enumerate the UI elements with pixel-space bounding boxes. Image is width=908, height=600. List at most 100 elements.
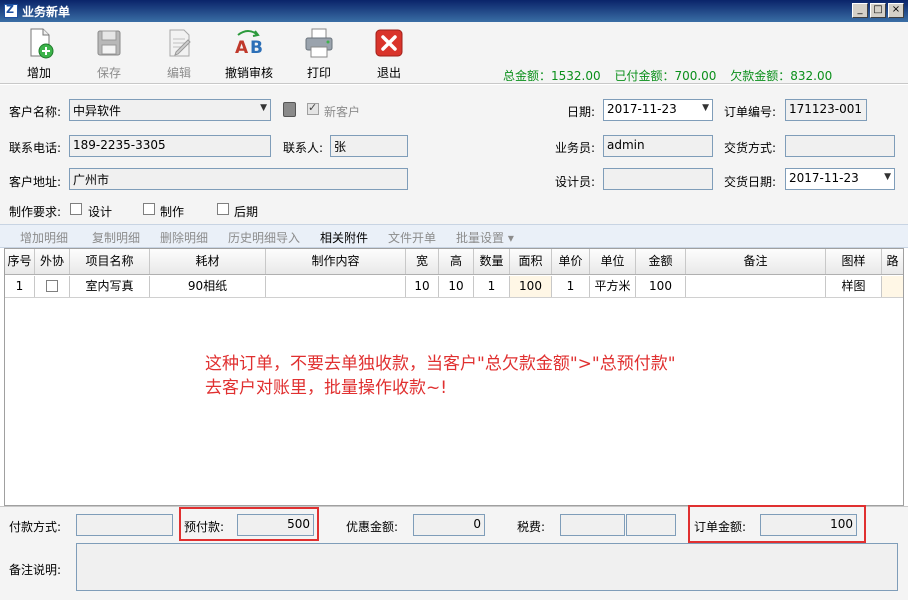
post-checkbox[interactable] <box>217 203 229 215</box>
cell-unit[interactable]: 平方米 <box>590 276 636 297</box>
cell-sample[interactable]: 样图 <box>826 276 882 297</box>
cell-no[interactable]: 1 <box>5 276 35 297</box>
salesman-field[interactable]: admin <box>603 135 713 157</box>
order-form: 客户名称: 中异软件 ▼ 新客户 日期: 2017-11-23 ▼ 订单编号: … <box>0 85 908 224</box>
grid-header: 序号 外协 项目名称 耗材 制作内容 宽 高 数量 面积 单价 单位 金额 备注… <box>5 249 903 275</box>
column-header[interactable]: 数量 <box>474 249 510 274</box>
attachments-button[interactable]: 相关附件 <box>320 229 368 246</box>
batch-settings-button[interactable]: 批量设置 ▾ <box>456 229 514 246</box>
post-label: 后期 <box>234 205 259 219</box>
table-row[interactable]: 1 室内写真 90相纸 10 10 1 100 1 平方米 100 样图 <box>5 276 903 298</box>
designer-field[interactable] <box>603 168 713 190</box>
column-header[interactable]: 单价 <box>552 249 590 274</box>
column-header[interactable]: 序号 <box>5 249 35 274</box>
save-button[interactable]: 保存 <box>79 26 139 81</box>
print-button[interactable]: 打印 <box>289 26 349 81</box>
file-open-button[interactable]: 文件开单 <box>388 229 436 246</box>
order-no-field[interactable]: 171123-001 <box>785 99 867 121</box>
cell-price[interactable]: 1 <box>552 276 590 297</box>
design-label: 设计 <box>88 205 113 219</box>
annotation-note: 这种订单，不要去单独收款，当客户"总欠款金额">"总预付款" 去客户对账里，批量… <box>205 352 676 400</box>
column-header[interactable]: 金额 <box>636 249 686 274</box>
customer-lookup-icon[interactable] <box>283 102 296 117</box>
new-customer-checkbox[interactable] <box>307 101 319 115</box>
make-label: 制作 <box>160 205 185 219</box>
contact-label: 联系人: <box>283 141 324 155</box>
address-label: 客户地址: <box>9 175 62 189</box>
date-picker[interactable]: 2017-11-23 ▼ <box>603 99 713 121</box>
copy-detail-button[interactable]: 复制明细 <box>92 229 140 246</box>
tax-field-2[interactable] <box>626 514 676 536</box>
column-header[interactable]: 外协 <box>35 249 70 274</box>
contact-field[interactable]: 张 <box>330 135 408 157</box>
cell-area[interactable]: 100 <box>510 276 552 297</box>
date-label: 日期: <box>567 105 596 119</box>
column-header[interactable]: 备注 <box>686 249 826 274</box>
cell-route[interactable] <box>882 276 903 297</box>
tax-field-1[interactable] <box>560 514 625 536</box>
close-button[interactable]: × <box>888 3 904 18</box>
owed-amount: 欠款金额：832.00 <box>730 69 833 83</box>
annotation-line-2: 去客户对账里，批量操作收款~! <box>205 378 448 398</box>
payment-panel: 付款方式: 预付款: 500 优惠金额: 0 税费: 订单金额: 100 备注说… <box>0 505 908 600</box>
make-checkbox[interactable] <box>143 203 155 215</box>
column-header[interactable]: 耗材 <box>150 249 266 274</box>
revoke-audit-label: 撤销审核 <box>224 66 273 80</box>
customer-name-value: 中异软件 <box>73 104 122 118</box>
column-header[interactable]: 制作内容 <box>266 249 406 274</box>
maximize-button[interactable]: □ <box>870 3 886 18</box>
cell-item[interactable]: 室内写真 <box>70 276 150 297</box>
main-toolbar: 增加 保存 编辑 A B 撤销审核 打印 退出 总金额：1532.00 已付金额… <box>0 22 908 84</box>
minimize-button[interactable]: _ <box>852 3 868 18</box>
floppy-disk-icon <box>97 30 121 56</box>
cell-qty[interactable]: 1 <box>474 276 510 297</box>
design-checkbox[interactable] <box>70 203 82 215</box>
chevron-down-icon: ▼ <box>702 103 709 113</box>
cell-outsource[interactable] <box>35 276 70 297</box>
order-amount-field[interactable]: 100 <box>760 514 857 536</box>
column-header[interactable]: 图样 <box>826 249 882 274</box>
order-amount-label: 订单金额: <box>694 520 747 534</box>
cell-width[interactable]: 10 <box>406 276 439 297</box>
delivery-method-field[interactable] <box>785 135 895 157</box>
annotation-line-1: 这种订单，不要去单独收款，当客户"总欠款金额">"总预付款" <box>205 354 676 374</box>
edit-document-icon <box>169 29 191 57</box>
cell-material[interactable]: 90相纸 <box>150 276 266 297</box>
column-header[interactable]: 路 <box>882 249 903 274</box>
prepay-field[interactable]: 500 <box>237 514 314 536</box>
cell-height[interactable]: 10 <box>439 276 474 297</box>
add-detail-button[interactable]: 增加明细 <box>20 229 68 246</box>
ab-revoke-icon: A B <box>235 30 263 58</box>
detail-toolbar: 增加明细 复制明细 删除明细 历史明细导入 相关附件 文件开单 批量设置 ▾ <box>0 224 908 248</box>
column-header[interactable]: 项目名称 <box>70 249 150 274</box>
column-header[interactable]: 单位 <box>590 249 636 274</box>
exit-button[interactable]: 退出 <box>359 26 419 81</box>
requirements-label: 制作要求: <box>9 205 62 219</box>
order-no-label: 订单编号: <box>724 105 777 119</box>
delete-detail-button[interactable]: 删除明细 <box>160 229 208 246</box>
edit-button[interactable]: 编辑 <box>149 26 209 81</box>
remarks-label: 备注说明: <box>9 563 62 577</box>
delivery-date-picker[interactable]: 2017-11-23 ▼ <box>785 168 895 190</box>
import-history-button[interactable]: 历史明细导入 <box>228 229 300 246</box>
save-label: 保存 <box>96 66 121 80</box>
phone-field[interactable]: 189-2235-3305 <box>69 135 271 157</box>
delivery-date-value: 2017-11-23 <box>789 171 859 185</box>
revoke-audit-button[interactable]: A B 撤销审核 <box>219 26 279 81</box>
payment-method-field[interactable] <box>76 514 173 536</box>
add-button[interactable]: 增加 <box>9 26 69 81</box>
address-field[interactable]: 广州市 <box>69 168 408 190</box>
cell-amount[interactable]: 100 <box>636 276 686 297</box>
column-header[interactable]: 面积 <box>510 249 552 274</box>
svg-text:A: A <box>235 38 249 58</box>
column-header[interactable]: 高 <box>439 249 474 274</box>
column-header[interactable]: 宽 <box>406 249 439 274</box>
exit-label: 退出 <box>376 66 401 80</box>
cell-content[interactable] <box>266 276 406 297</box>
cell-note[interactable] <box>686 276 826 297</box>
outsource-checkbox[interactable] <box>46 280 58 292</box>
remarks-textarea[interactable] <box>76 543 898 591</box>
paid-amount: 已付金额：700.00 <box>614 69 717 83</box>
discount-field[interactable]: 0 <box>413 514 485 536</box>
customer-name-combo[interactable]: 中异软件 ▼ <box>69 99 271 121</box>
